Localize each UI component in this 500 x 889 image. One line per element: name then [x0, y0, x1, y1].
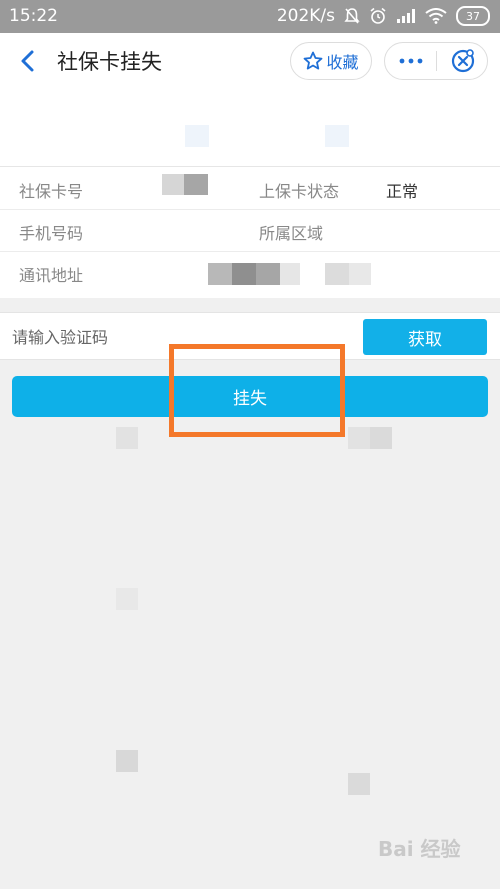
redacted-address: [256, 263, 280, 285]
header-spacer: [0, 91, 500, 166]
redacted-card-number: [184, 174, 208, 195]
status-icons: 202K/s 37: [277, 6, 490, 26]
card-info: 社保卡号 上保卡状态 正常 手机号码 所属区域 通讯地址: [0, 166, 500, 298]
page-title: 社保卡挂失: [57, 50, 162, 74]
watermark-fragment: [116, 750, 138, 772]
info-row-card-number: 社保卡号 上保卡状态 正常: [0, 167, 500, 210]
baidu-watermark: Bai 经验: [378, 837, 461, 861]
region-label: 所属区域: [259, 224, 324, 243]
wifi-icon: [425, 8, 447, 24]
more-dots-icon[interactable]: [385, 43, 437, 79]
mute-bell-icon: [344, 8, 360, 24]
favorite-label: 收藏: [326, 53, 359, 72]
highlight-box: [169, 344, 345, 437]
redacted-block: [185, 125, 209, 147]
info-row-phone: 手机号码 所属区域: [0, 209, 500, 252]
battery-icon: 37: [456, 6, 490, 26]
redacted-address: [208, 263, 232, 285]
watermark-fragment: [348, 773, 370, 795]
battery-level: 37: [466, 9, 480, 23]
signal-icon: [397, 9, 415, 23]
card-number-label: 社保卡号: [19, 182, 84, 201]
watermark-fragment: [348, 427, 370, 449]
network-speed: 202K/s: [276, 6, 335, 26]
redacted-address: [349, 263, 371, 285]
card-status-value: 正常: [386, 182, 419, 201]
chevron-left-icon[interactable]: [14, 47, 42, 75]
close-circle-icon[interactable]: [437, 43, 489, 79]
phone-label: 手机号码: [19, 224, 84, 243]
info-row-address: 通讯地址: [0, 251, 500, 293]
redacted-address: [325, 263, 349, 285]
watermark-fragment: [116, 588, 138, 610]
nav-bar: 社保卡挂失 收藏: [0, 33, 500, 91]
star-icon: [304, 51, 323, 70]
status-bar: 15:22 202K/s 37: [0, 0, 500, 33]
redacted-card-number: [162, 174, 184, 195]
favorite-button[interactable]: 收藏: [290, 42, 372, 80]
status-time: 15:22: [9, 6, 58, 26]
card-status-label: 上保卡状态: [259, 182, 340, 201]
address-label: 通讯地址: [19, 266, 84, 285]
redacted-block: [325, 125, 349, 147]
redacted-address: [280, 263, 300, 285]
watermark-fragment: [370, 427, 392, 449]
redacted-address: [232, 263, 256, 285]
menu-capsule: [384, 42, 488, 80]
watermark-fragment: [116, 427, 138, 449]
get-code-button[interactable]: 获取: [363, 319, 487, 355]
alarm-icon: [370, 7, 386, 24]
